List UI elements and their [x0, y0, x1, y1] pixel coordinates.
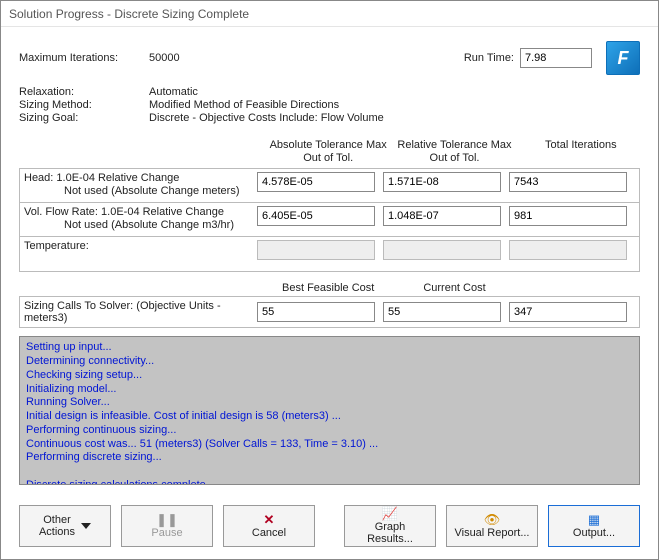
- run-time-group: Run Time: F: [464, 41, 640, 75]
- abs-tol-field: [257, 240, 375, 260]
- solution-progress-window: Solution Progress - Discrete Sizing Comp…: [0, 0, 659, 560]
- col-header-current-cost: Current Cost: [395, 282, 513, 294]
- max-iterations-value: 50000: [149, 52, 229, 64]
- col-header-blank: [522, 282, 640, 294]
- abs-tol-field[interactable]: [257, 206, 375, 226]
- max-iterations-label: Maximum Iterations:: [19, 52, 149, 64]
- other-actions-button[interactable]: Other Actions: [19, 505, 111, 547]
- app-logo-icon: F: [606, 41, 640, 75]
- rel-tol-field: [383, 240, 501, 260]
- tolerance-desc: Head: 1.0E-04 Relative Change Not used (…: [24, 172, 257, 198]
- output-label: Output...: [573, 527, 615, 539]
- button-spacer: [325, 505, 334, 547]
- tolerance-desc-sub: Not used (Absolute Change m3/hr): [24, 219, 257, 232]
- col-header-total: Total Iterations: [522, 139, 640, 164]
- cancel-label: Cancel: [252, 527, 286, 539]
- relaxation-label: Relaxation:: [19, 86, 149, 98]
- tolerance-desc-main: Head: 1.0E-04 Relative Change: [24, 172, 257, 185]
- info-block: Relaxation: Automatic Sizing Method: Mod…: [19, 85, 640, 125]
- tolerance-desc: Temperature:: [24, 240, 257, 253]
- run-time-field[interactable]: [520, 48, 592, 68]
- button-row: Other Actions ❚❚ Pause ✕ Cancel 📈 Graph …: [1, 495, 658, 559]
- rel-tol-field[interactable]: [383, 172, 501, 192]
- content-area: Maximum Iterations: 50000 Run Time: F Re…: [1, 27, 658, 495]
- output-button[interactable]: ▦ Output...: [548, 505, 640, 547]
- tolerance-row-flow: Vol. Flow Rate: 1.0E-04 Relative Change …: [20, 203, 639, 237]
- tolerance-header: Absolute Tolerance Max Out of Tol. Relat…: [19, 139, 640, 164]
- eye-icon: 👁: [484, 513, 501, 526]
- tolerance-desc: Vol. Flow Rate: 1.0E-04 Relative Change …: [24, 206, 257, 232]
- pause-label: Pause: [151, 527, 182, 539]
- rel-tol-field[interactable]: [383, 206, 501, 226]
- run-time-label: Run Time:: [464, 52, 514, 64]
- best-cost-field[interactable]: [257, 302, 375, 322]
- dropdown-triangle-icon: [81, 523, 91, 529]
- pause-icon: ❚❚: [156, 513, 178, 526]
- tolerance-group: Head: 1.0E-04 Relative Change Not used (…: [19, 168, 640, 272]
- total-iter-field[interactable]: [509, 206, 627, 226]
- cancel-button[interactable]: ✕ Cancel: [223, 505, 315, 547]
- graph-label: Graph Results...: [351, 521, 429, 545]
- tolerance-row-temperature: Temperature:: [20, 237, 639, 271]
- current-cost-field[interactable]: [383, 302, 501, 322]
- tolerance-row-head: Head: 1.0E-04 Relative Change Not used (…: [20, 169, 639, 203]
- other-actions-label: Other Actions: [39, 514, 75, 538]
- grid-icon: ▦: [588, 513, 600, 526]
- col-header-absolute: Absolute Tolerance Max Out of Tol.: [269, 139, 387, 164]
- pause-button: ❚❚ Pause: [121, 505, 213, 547]
- cancel-icon: ✕: [264, 513, 275, 526]
- cost-row: Sizing Calls To Solver: (Objective Units…: [19, 296, 640, 328]
- solver-log[interactable]: Setting up input... Determining connecti…: [19, 336, 640, 485]
- cost-header: Best Feasible Cost Current Cost: [19, 282, 640, 294]
- total-iter-field[interactable]: [509, 172, 627, 192]
- sizing-method-value: Modified Method of Feasible Directions: [149, 99, 339, 111]
- relaxation-value: Automatic: [149, 86, 198, 98]
- total-iter-field: [509, 240, 627, 260]
- cost-desc: Sizing Calls To Solver: (Objective Units…: [24, 300, 257, 324]
- sizing-goal-value: Discrete - Objective Costs Include: Flow…: [149, 112, 384, 124]
- col-header-relative: Relative Tolerance Max Out of Tol.: [395, 139, 513, 164]
- graph-results-button[interactable]: 📈 Graph Results...: [344, 505, 436, 547]
- top-row: Maximum Iterations: 50000 Run Time: F: [19, 41, 640, 75]
- tolerance-desc-main: Temperature:: [24, 240, 257, 253]
- graph-icon: 📈: [382, 507, 398, 520]
- visual-label: Visual Report...: [454, 527, 529, 539]
- tolerance-desc-main: Vol. Flow Rate: 1.0E-04 Relative Change: [24, 206, 257, 219]
- col-header-best-cost: Best Feasible Cost: [269, 282, 387, 294]
- tolerance-desc-sub: Not used (Absolute Change meters): [24, 185, 257, 198]
- calls-field[interactable]: [509, 302, 627, 322]
- window-title: Solution Progress - Discrete Sizing Comp…: [1, 1, 658, 27]
- sizing-method-label: Sizing Method:: [19, 99, 149, 111]
- sizing-goal-label: Sizing Goal:: [19, 112, 149, 124]
- visual-report-button[interactable]: 👁 Visual Report...: [446, 505, 538, 547]
- abs-tol-field[interactable]: [257, 172, 375, 192]
